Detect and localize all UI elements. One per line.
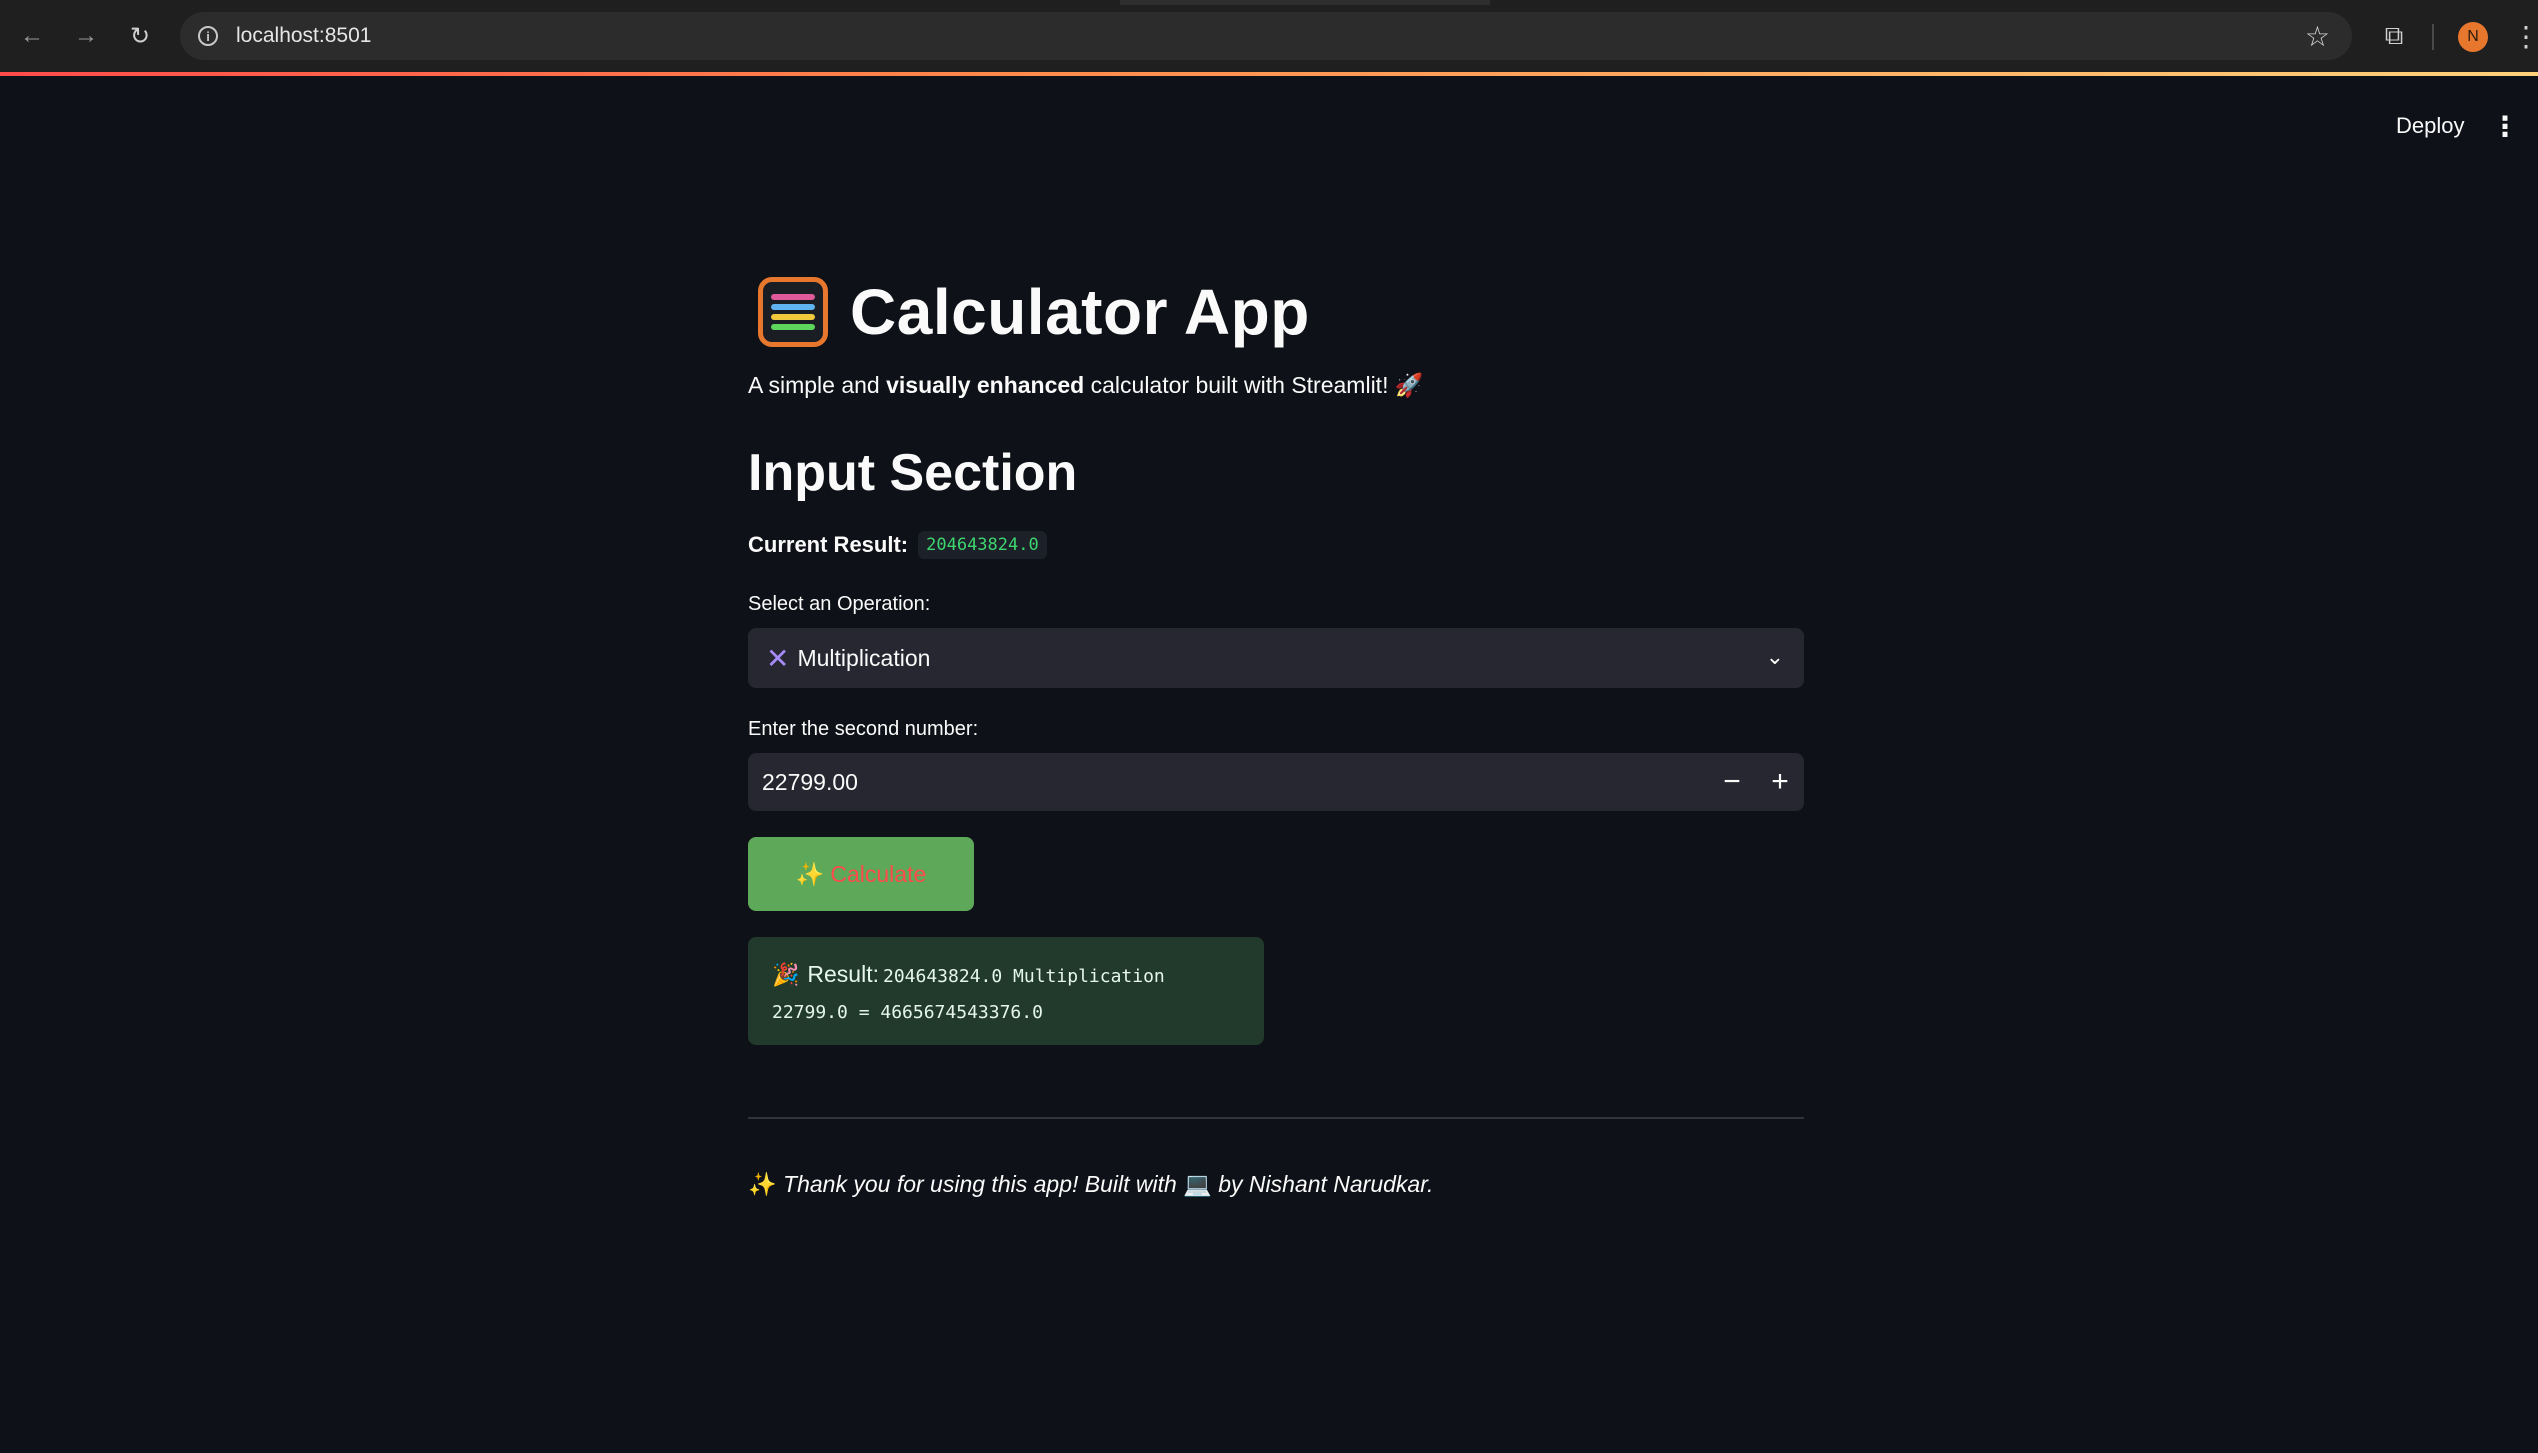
operation-select[interactable]: ✕ Multiplication ⌄ [748, 628, 1804, 688]
forward-arrow-icon[interactable]: → [68, 18, 104, 54]
second-number-input[interactable]: 22799.00 − + [748, 753, 1804, 811]
operation-label: Select an Operation: [748, 593, 931, 615]
result-label: Result: [807, 961, 879, 987]
abacus-bead-row [771, 294, 815, 300]
abacus-bead-row [771, 324, 815, 330]
current-result-value: 204643824.0 [918, 531, 1047, 559]
subtitle-pre: A simple and [748, 372, 887, 398]
deploy-button[interactable]: Deploy [2384, 108, 2476, 144]
abacus-bead-row [771, 314, 815, 320]
sparkle-icon: ✨ [748, 1171, 777, 1197]
main-content: Calculator App A simple and visually enh… [748, 266, 1804, 1198]
current-result-label: Current Result: [748, 532, 909, 557]
current-result: Current Result: 204643824.0 [748, 531, 1804, 559]
page-title: Calculator App [850, 276, 1310, 348]
browser-menu-icon[interactable]: ⋮ [2512, 18, 2538, 54]
title-row: Calculator App [748, 266, 1804, 358]
url-text[interactable]: localhost:8501 [236, 24, 371, 48]
browser-toolbar: ← → ↻ i localhost:8501 ☆ ⧉ N ⋮ [0, 0, 2538, 72]
abacus-bead-row [771, 304, 815, 310]
result-expression-part1: 204643824.0 Multiplication [883, 966, 1165, 987]
sparkle-icon: ✨ [795, 860, 825, 887]
result-expression-part2: 22799.0 = 4665674543376.0 [772, 1002, 1043, 1023]
second-number-value[interactable]: 22799.00 [762, 769, 858, 796]
decrement-button[interactable]: − [1708, 753, 1756, 811]
site-info-icon[interactable]: i [198, 26, 218, 46]
operation-selected-value: Multiplication [797, 644, 931, 671]
section-heading: Input Section [748, 444, 1078, 502]
tab-strip [1120, 0, 1490, 5]
laptop-icon: 💻 [1183, 1171, 1212, 1197]
chevron-down-icon[interactable]: ⌄ [1766, 644, 1784, 670]
toolbar-divider [2432, 24, 2434, 50]
calculate-label: Calculate [830, 860, 927, 887]
profile-avatar[interactable]: N [2458, 22, 2488, 52]
result-line-1: 🎉 Result: 204643824.0 Multiplication [772, 961, 1240, 988]
multiply-icon: ✕ [766, 642, 790, 674]
footer-note: ✨ Thank you for using this app! Built wi… [748, 1171, 1804, 1198]
footer-text-post: by Nishant Narudkar. [1211, 1171, 1434, 1197]
extensions-icon[interactable]: ⧉ [2376, 18, 2412, 54]
page-top-accent-line [0, 72, 2538, 76]
subtitle: A simple and visually enhanced calculato… [748, 372, 1804, 399]
bookmark-star-icon[interactable]: ☆ [2305, 20, 2330, 53]
subtitle-post: calculator built with Streamlit! 🚀 [1084, 372, 1424, 398]
result-success-box: 🎉 Result: 204643824.0 Multiplication 227… [748, 937, 1264, 1045]
footer-text-pre: Thank you for using this app! Built with [776, 1171, 1184, 1197]
divider [748, 1117, 1804, 1119]
back-arrow-icon[interactable]: ← [14, 18, 50, 54]
calculate-button[interactable]: ✨ Calculate [748, 837, 974, 911]
reload-icon[interactable]: ↻ [122, 18, 158, 54]
subtitle-bold: visually enhanced [886, 372, 1085, 398]
address-bar[interactable]: i localhost:8501 ☆ [180, 12, 2352, 60]
party-popper-icon: 🎉 [772, 962, 800, 987]
abacus-icon [758, 277, 828, 347]
app-menu-icon[interactable]: ⋮ [2490, 108, 2520, 144]
second-number-label: Enter the second number: [748, 718, 979, 740]
increment-button[interactable]: + [1756, 753, 1804, 811]
